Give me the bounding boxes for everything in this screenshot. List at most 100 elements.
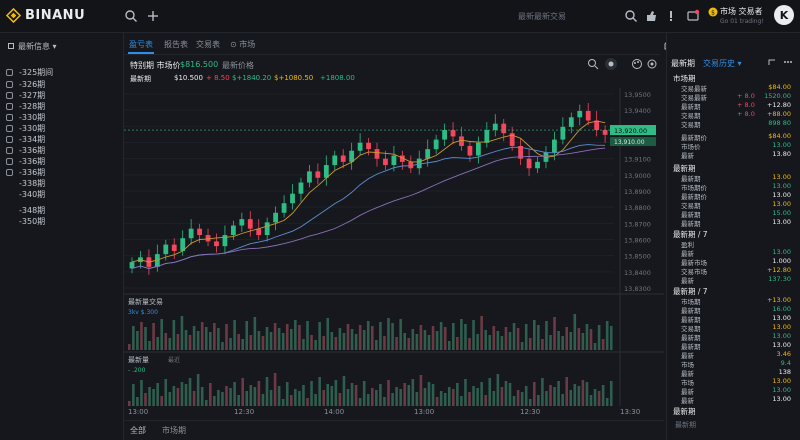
candle-body	[442, 130, 447, 140]
orderbook-row[interactable]: 交易最新 $84.00	[673, 83, 795, 93]
palette-icon[interactable]	[631, 58, 643, 70]
sidebar-item[interactable]: -336期	[6, 145, 45, 156]
avatar[interactable]: K	[774, 5, 794, 25]
sidebar-item[interactable]: -330期	[6, 112, 45, 123]
tab-all[interactable]: 全部	[130, 425, 146, 436]
plus-icon[interactable]	[146, 9, 160, 23]
orderbook-row[interactable]: 最新期 + 8.0 +12.80	[673, 101, 795, 111]
orderbook-row[interactable]: 最新市场 1.000	[673, 257, 795, 267]
volume-bar	[237, 334, 240, 350]
notification-icon[interactable]	[686, 9, 700, 23]
orderbook-row[interactable]: 市场期价 13.00	[673, 182, 795, 192]
brand-logo[interactable]: BINANU	[6, 8, 85, 23]
oscillator-bar	[383, 397, 386, 406]
price-tick: 13,8300	[624, 285, 651, 293]
tab-report[interactable]: 报告表	[164, 39, 188, 50]
chart-canvas[interactable]: 13,950013,940013,930013,920013,910013,90…	[124, 88, 664, 418]
orderbook-row[interactable]: 市场 13.00	[673, 377, 795, 387]
orderbook-row[interactable]: 最新期 13.00	[673, 218, 795, 228]
oscillator-bar	[213, 396, 216, 406]
settings-icon[interactable]	[646, 58, 658, 70]
orderbook-row[interactable]: 最新 137.30	[673, 275, 795, 285]
orderbook-row[interactable]: 最新期 16.00	[673, 305, 795, 315]
top-bar: BINANU 最新最新交易 $ 市场 交易者 Go 01 trading! K	[0, 0, 800, 33]
volume-bar	[569, 332, 573, 350]
sidebar-item[interactable]: -330期	[6, 123, 45, 134]
panel-footer[interactable]: 最新期	[675, 420, 696, 430]
row-cell: 16.00	[772, 305, 791, 313]
sidebar-item[interactable]: -336期	[6, 156, 45, 167]
sidebar-item[interactable]: -336期	[6, 167, 45, 178]
sidebar-title[interactable]: 最新信息 ▾	[8, 41, 57, 52]
oscillator-bar	[225, 386, 228, 406]
orderbook-row[interactable]: 最新 13.80	[673, 150, 795, 160]
orderbook-row[interactable]: 市场期 +13.00	[673, 296, 795, 306]
more-icon[interactable]	[783, 57, 793, 67]
tab-market-period[interactable]: 市场期	[162, 425, 186, 436]
search-icon[interactable]	[124, 9, 138, 23]
oscillator-bar	[427, 382, 431, 406]
global-search-input[interactable]: 最新最新交易	[512, 8, 612, 25]
oscillator-bar	[609, 381, 613, 406]
orderbook-row[interactable]: 最新 13.00	[673, 248, 795, 258]
orderbook-row[interactable]: 交易期 13.00	[673, 200, 795, 210]
price-chart[interactable]: 13,950013,940013,930013,920013,910013,90…	[124, 88, 664, 418]
sidebar-item[interactable]: -338期	[6, 178, 45, 189]
orderbook-row[interactable]: 市场 9.4	[673, 359, 795, 369]
volume-bar	[492, 326, 496, 350]
indicator-v5: +1808.00	[320, 74, 355, 82]
volume-bar	[164, 333, 168, 350]
orderbook-row[interactable]: 最新期 13.00	[673, 332, 795, 342]
pair-name[interactable]: 特别期 市场价	[130, 60, 181, 71]
volume-bar	[213, 323, 216, 350]
orderbook-row[interactable]: 交易期 + 8.0 +88.00	[673, 110, 795, 120]
orderbook-row[interactable]: 交易最新 + 8.0 1520.00	[673, 92, 795, 102]
sidebar-item[interactable]: -348期	[6, 205, 45, 216]
info-icon[interactable]	[664, 9, 678, 23]
share-icon[interactable]	[767, 57, 777, 67]
orderbook-row[interactable]: 市场价 13.00	[673, 141, 795, 151]
oscillator-bar	[176, 388, 180, 406]
camera-icon[interactable]	[604, 57, 618, 71]
orderbook-row[interactable]: 最新期价 13.00	[673, 191, 795, 201]
orderbook-row[interactable]: 交易期 13.00	[673, 323, 795, 333]
right-panel-tab[interactable]: 交易历史 ▾	[703, 58, 742, 69]
orderbook-row[interactable]: 最新 13.00	[673, 395, 795, 405]
sidebar-item[interactable]: -340期	[6, 189, 45, 200]
thumbs-icon[interactable]	[644, 9, 658, 23]
orderbook-row[interactable]: 交易期 898 80	[673, 119, 795, 129]
oscillator-bar	[180, 382, 184, 406]
tab-trades[interactable]: 交易表	[196, 39, 220, 50]
orderbook-row[interactable]: 最新期 13.00	[673, 314, 795, 324]
row-cell: 13.00	[772, 173, 791, 181]
sidebar-item[interactable]: -328期	[6, 101, 45, 112]
orderbook-row[interactable]: 盈利	[673, 239, 795, 249]
candle-body	[171, 244, 177, 251]
volume-bar	[354, 334, 358, 350]
search-icon[interactable]	[624, 9, 638, 23]
tab-market[interactable]: ⊙ 市场	[230, 39, 255, 50]
oscillator-bar	[399, 389, 402, 406]
candle-body	[602, 130, 608, 135]
orderbook-row[interactable]: 最新 3.46	[673, 350, 795, 360]
row-cell: 13.00	[772, 386, 791, 394]
orderbook-row[interactable]: 最新 13.00	[673, 386, 795, 396]
sidebar-item[interactable]: -325期间	[6, 67, 53, 78]
tab-underline	[128, 52, 154, 54]
sidebar-item[interactable]: -326期	[6, 79, 45, 90]
orderbook-row[interactable]: 最新期 15.00	[673, 209, 795, 219]
sidebar-item[interactable]: -327期	[6, 90, 45, 101]
orderbook-row[interactable]: 最新 138	[673, 368, 795, 378]
search-icon[interactable]	[587, 58, 599, 70]
orderbook-row[interactable]: 最新期 13.00	[673, 341, 795, 351]
row-cell: 15.00	[772, 209, 791, 217]
orderbook-row[interactable]: 最新期价 $84.00	[673, 132, 795, 142]
sidebar-item[interactable]: -350期	[6, 216, 45, 227]
sidebar-item[interactable]: -334期	[6, 134, 45, 145]
tab-pnl[interactable]: 盈亏表	[129, 39, 153, 50]
section-header[interactable]: 最新期	[673, 406, 696, 417]
candle-body	[552, 139, 557, 153]
orderbook-row[interactable]: 最新期 13.00	[673, 173, 795, 183]
volume-bar	[269, 332, 273, 350]
orderbook-row[interactable]: 交易市场 +12.80	[673, 266, 795, 276]
